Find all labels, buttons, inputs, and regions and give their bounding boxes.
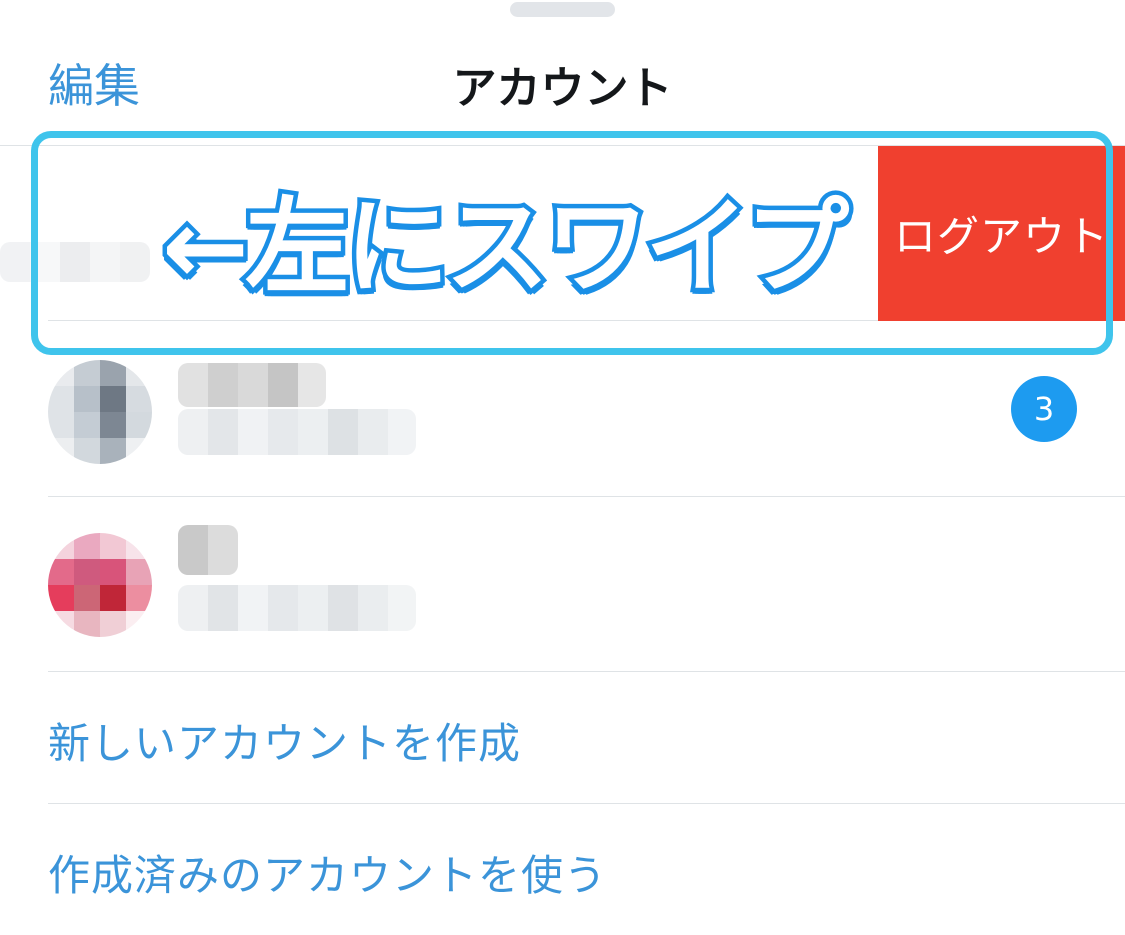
account-avatar bbox=[48, 533, 152, 637]
accounts-sheet: 編集 アカウント ログアウト ←左にスワイプ 3 新しいアカウントを作成 作成済… bbox=[0, 0, 1125, 935]
account-row[interactable] bbox=[48, 497, 1125, 671]
blurred-display-name bbox=[178, 525, 238, 575]
create-account-link[interactable]: 新しいアカウントを作成 bbox=[48, 710, 521, 771]
blurred-username bbox=[178, 409, 416, 455]
row-divider bbox=[48, 803, 1125, 804]
account-row[interactable] bbox=[48, 355, 1125, 496]
blurred-display-name bbox=[178, 363, 326, 407]
swipe-hint-text: ←左にスワイプ bbox=[157, 182, 853, 313]
page-title: アカウント bbox=[452, 63, 673, 114]
sheet-grabber[interactable] bbox=[510, 2, 615, 17]
blurred-username bbox=[178, 585, 416, 631]
use-existing-account-link[interactable]: 作成済みのアカウントを使う bbox=[48, 842, 607, 903]
row-divider bbox=[48, 671, 1125, 672]
unread-count-badge: 3 bbox=[1011, 376, 1077, 442]
account-avatar bbox=[48, 360, 152, 464]
